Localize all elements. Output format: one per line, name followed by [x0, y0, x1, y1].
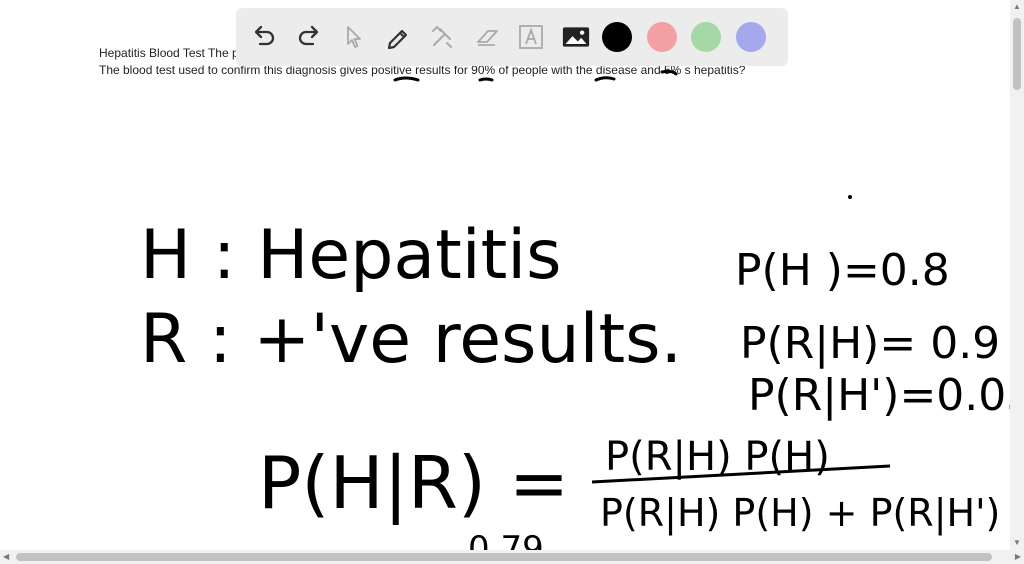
ink-partial-answer: 0.79	[468, 529, 544, 550]
eraser-icon	[476, 30, 498, 46]
ink-r-definition: R : +'ve results.	[140, 300, 682, 379]
vertical-scroll-thumb[interactable]	[1013, 18, 1021, 90]
ink-underline-mark	[660, 69, 678, 76]
select-arrow-icon	[347, 26, 361, 48]
scroll-left-arrow-icon[interactable]: ◀	[3, 553, 9, 561]
ink-bayes-denominator: P(R|H) P(H) + P(R|H') P(H')	[600, 491, 1010, 536]
undo-icon	[254, 25, 275, 46]
image-button[interactable]	[558, 19, 594, 55]
ink-bayes-numerator: P(R|H) P(H)	[605, 434, 830, 480]
undo-button[interactable]	[246, 19, 282, 55]
pen-icon	[387, 29, 407, 50]
select-button[interactable]	[335, 19, 371, 55]
redo-icon	[298, 25, 318, 46]
ink-p-r-given-h: P(R|H)= 0.9	[740, 318, 1000, 369]
tools-button[interactable]	[424, 19, 460, 55]
color-swatch-black[interactable]	[602, 22, 632, 52]
drawing-toolbar	[236, 8, 788, 66]
ink-underline-mark	[393, 76, 420, 82]
scroll-down-arrow-icon[interactable]: ▼	[1013, 539, 1021, 547]
scroll-up-arrow-icon[interactable]: ▲	[1013, 3, 1021, 11]
ink-p-r-given-not-h: P(R|H')=0.05	[748, 370, 1010, 421]
vertical-scrollbar[interactable]: ▲ ▼	[1010, 0, 1024, 550]
color-swatch-blue[interactable]	[735, 22, 766, 52]
ink-dot	[848, 195, 852, 199]
scroll-right-arrow-icon[interactable]: ▶	[1015, 553, 1021, 561]
handwriting-layer: H : Hepatitis R : +'ve results. P(H )=0.…	[140, 69, 1010, 550]
ink-h-definition: H : Hepatitis	[140, 216, 562, 295]
color-swatch-green[interactable]	[691, 22, 721, 52]
ink-underline-mark	[478, 77, 494, 82]
image-icon	[562, 27, 589, 47]
color-swatch-red[interactable]	[646, 22, 677, 52]
eraser-button[interactable]	[469, 19, 505, 55]
horizontal-scrollbar[interactable]: ◀ ▶	[0, 550, 1024, 564]
pen-button[interactable]	[380, 19, 416, 55]
ink-bayes-lhs: P(H|R) =	[258, 441, 569, 526]
redo-button[interactable]	[291, 19, 327, 55]
horizontal-scroll-thumb[interactable]	[16, 553, 992, 561]
text-icon	[519, 25, 543, 49]
ink-underline-mark	[594, 76, 616, 82]
text-button[interactable]	[513, 19, 549, 55]
ink-p-h: P(H )=0.8	[735, 245, 950, 296]
tools-icon	[432, 25, 452, 48]
